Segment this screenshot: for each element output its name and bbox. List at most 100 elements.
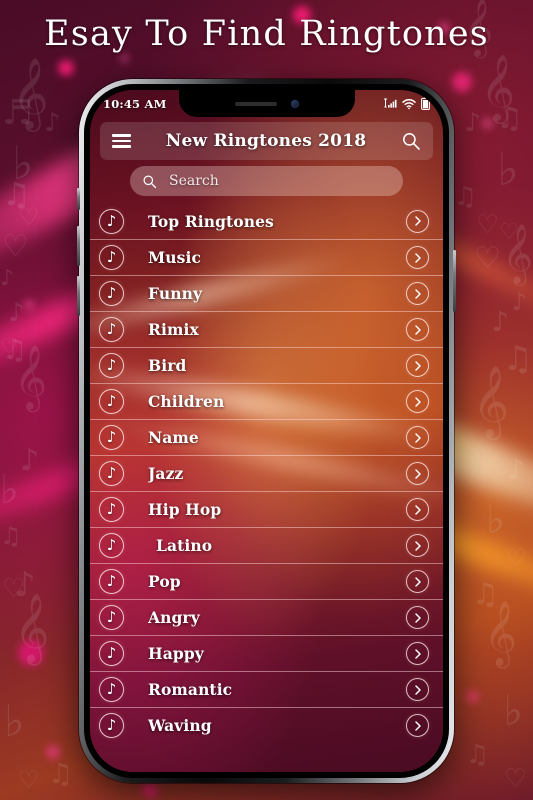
treble-clef-watermark: 𝄞 xyxy=(14,345,48,410)
app-title: New Ringtones 2018 xyxy=(165,131,367,151)
list-item[interactable]: ♪ Latino xyxy=(90,527,443,563)
search-icon xyxy=(143,174,157,188)
bokeh-dot xyxy=(142,782,158,798)
chevron-right-icon[interactable] xyxy=(406,246,429,269)
heart-watermark: ♡ xyxy=(503,764,527,794)
chevron-right-glyph xyxy=(414,252,421,263)
music-note-icon: ♪ xyxy=(99,317,124,342)
chevron-right-icon[interactable] xyxy=(406,426,429,449)
chevron-right-icon[interactable] xyxy=(406,462,429,485)
list-item-label: Latino xyxy=(156,536,213,555)
treble-clef-watermark: 𝄞 xyxy=(472,364,509,437)
music-note-icon: ♪ xyxy=(99,353,124,378)
chevron-right-icon[interactable] xyxy=(406,390,429,413)
chevron-right-icon[interactable] xyxy=(406,570,429,593)
music-note-watermark: ♪ xyxy=(507,453,525,486)
chevron-right-glyph xyxy=(414,288,421,299)
list-item[interactable]: ♪ Music xyxy=(90,239,443,275)
list-item-label: Hip Hop xyxy=(148,500,222,519)
status-time: 10:45 AM xyxy=(103,96,167,111)
list-item[interactable]: ♪ Funny xyxy=(90,275,443,311)
chevron-right-icon[interactable] xyxy=(406,642,429,665)
bokeh-dot xyxy=(18,640,44,666)
music-note-watermark: ♭ xyxy=(486,497,505,543)
hamburger-menu-icon[interactable] xyxy=(112,134,131,148)
list-item[interactable]: ♪ Rimix xyxy=(90,311,443,347)
list-item[interactable]: ♪ Angry xyxy=(90,599,443,635)
music-note-watermark: ♫ xyxy=(502,339,533,379)
chevron-right-glyph xyxy=(414,396,421,407)
list-item[interactable]: ♪ Waving xyxy=(90,707,443,743)
bokeh-dot xyxy=(452,72,472,92)
music-note-watermark: ♪ xyxy=(464,108,481,138)
list-item-label: Bird xyxy=(148,356,187,375)
bokeh-dot xyxy=(58,60,74,76)
treble-clef-watermark: 𝄞 xyxy=(12,56,49,129)
list-item[interactable]: ♪ Name xyxy=(90,419,443,455)
search-placeholder: Search xyxy=(169,173,219,189)
chevron-right-icon[interactable] xyxy=(406,498,429,521)
heart-watermark: ♡ xyxy=(18,203,40,231)
search-input[interactable]: Search xyxy=(130,166,403,196)
list-item-label: Name xyxy=(148,428,199,447)
bokeh-dot xyxy=(46,745,60,759)
list-item-label: Romantic xyxy=(148,680,233,699)
list-item[interactable]: ♪ Romantic xyxy=(90,671,443,707)
list-item-label: Top Ringtones xyxy=(148,211,274,231)
phone-power-button[interactable] xyxy=(453,250,456,312)
music-note-icon: ♪ xyxy=(99,569,124,594)
chevron-right-glyph xyxy=(414,432,421,443)
phone-volume-up[interactable] xyxy=(77,226,80,266)
chevron-right-icon[interactable] xyxy=(406,606,429,629)
chevron-right-glyph xyxy=(414,648,421,659)
chevron-right-icon[interactable] xyxy=(406,354,429,377)
phone-frame: 10:45 AM New Ringtones 2018 Search ♪ Top… xyxy=(79,79,454,783)
signal-icon xyxy=(384,98,397,108)
wifi-icon xyxy=(402,98,416,109)
list-item-label: Pop xyxy=(148,572,181,591)
chevron-right-icon[interactable] xyxy=(406,714,429,737)
status-icons xyxy=(383,97,430,110)
music-note-watermark: ♭ xyxy=(0,467,19,513)
chevron-right-icon[interactable] xyxy=(406,282,429,305)
list-item-label: Waving xyxy=(148,716,212,735)
list-item[interactable]: ♪ Hip Hop xyxy=(90,491,443,527)
music-note-icon: ♪ xyxy=(99,425,124,450)
chevron-right-icon[interactable] xyxy=(406,678,429,701)
poster-background: 𝄞 ♬ ♪ ♭ ♫ ♡ ♡ ♪ ♪ ♫ ♡ 𝄞 ♪ ♭ ♫ ♡ ♪ 𝄞 ♭ ♫ … xyxy=(0,0,533,800)
music-note-watermark: ♪ xyxy=(20,443,40,478)
treble-clef-watermark: 𝄞 xyxy=(14,593,50,663)
heart-watermark: ♡ xyxy=(475,210,499,240)
chevron-right-icon[interactable] xyxy=(406,534,429,557)
music-note-watermark: ♫ xyxy=(48,757,74,790)
list-item[interactable]: ♪ Pop xyxy=(90,563,443,599)
list-item[interactable]: ♪ Top Ringtones xyxy=(90,203,443,239)
list-item[interactable]: ♪ Bird xyxy=(90,347,443,383)
heart-watermark: ♡ xyxy=(2,574,26,604)
music-note-icon: ♪ xyxy=(99,677,124,702)
music-note-watermark: ♭ xyxy=(497,142,519,196)
hamburger-line xyxy=(112,145,131,148)
list-item-label: Jazz xyxy=(148,464,184,483)
list-item-label: Angry xyxy=(148,608,200,627)
heart-watermark: ♡ xyxy=(0,334,18,358)
chevron-right-icon[interactable] xyxy=(406,318,429,341)
music-note-icon: ♪ xyxy=(99,713,124,738)
bokeh-dot xyxy=(120,54,129,63)
music-note-watermark: ♫ xyxy=(472,577,499,612)
chevron-right-icon[interactable] xyxy=(406,209,429,233)
phone-mute-switch[interactable] xyxy=(77,188,80,210)
music-note-watermark: ♪ xyxy=(0,266,15,291)
heart-watermark: ♡ xyxy=(505,544,527,572)
chevron-right-glyph xyxy=(414,360,421,371)
music-note-watermark: ♫ xyxy=(496,101,523,136)
search-icon[interactable] xyxy=(401,131,421,151)
music-note-watermark: ♫ xyxy=(2,333,28,366)
list-item-label: Children xyxy=(148,392,225,411)
music-note-icon: ♪ xyxy=(99,461,124,486)
music-note-icon: ♪ xyxy=(99,605,124,630)
list-item[interactable]: ♪ Jazz xyxy=(90,455,443,491)
list-item[interactable]: ♪ Children xyxy=(90,383,443,419)
phone-volume-down[interactable] xyxy=(77,276,80,316)
list-item[interactable]: ♪ Happy xyxy=(90,635,443,671)
